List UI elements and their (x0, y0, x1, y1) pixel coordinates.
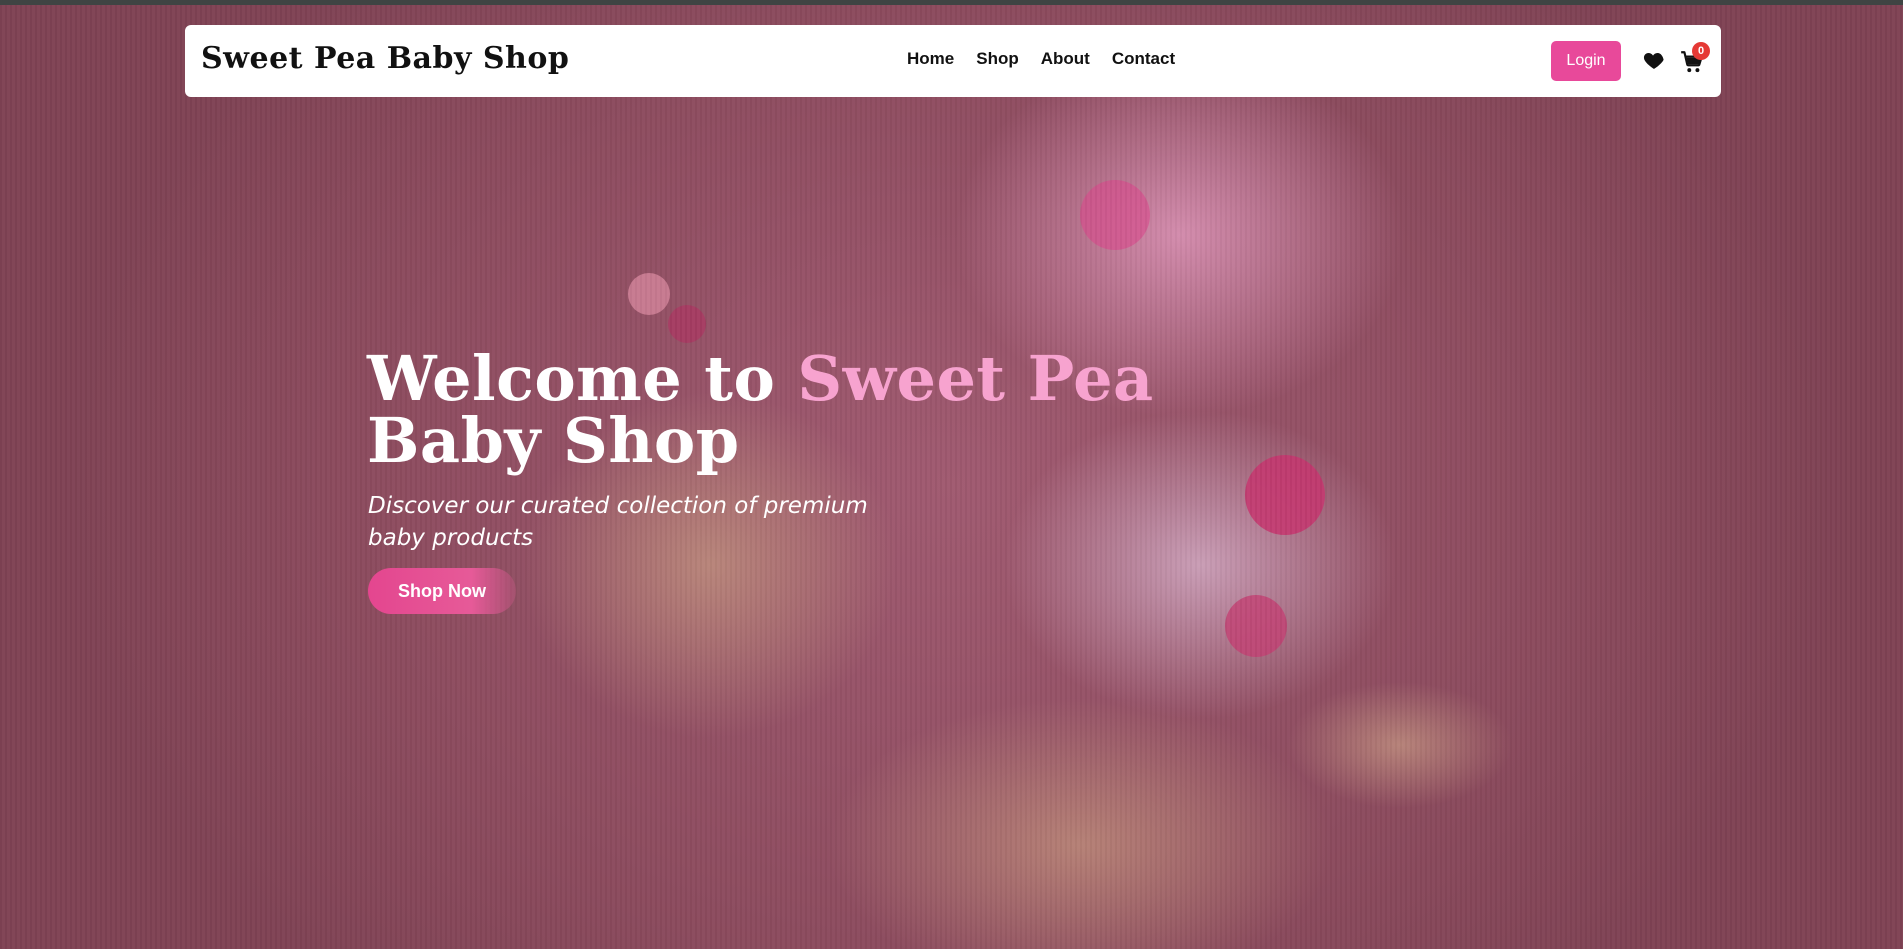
nav-link-contact[interactable]: Contact (1112, 49, 1175, 69)
login-button[interactable]: Login (1551, 41, 1621, 81)
brand-logo[interactable]: Sweet Pea Baby Shop (201, 41, 569, 76)
fabric-flower-print (1245, 455, 1325, 535)
nav-links: Home Shop About Contact (907, 49, 1175, 69)
heart-icon[interactable] (1642, 48, 1666, 72)
hero-title-accent: Sweet Pea (797, 342, 1154, 415)
hero-subtitle: Discover our curated collection of premi… (368, 493, 868, 551)
navbar: Sweet Pea Baby Shop Home Shop About Cont… (185, 25, 1721, 97)
shop-now-button[interactable]: Shop Now (368, 568, 516, 614)
cart-count-badge: 0 (1692, 42, 1710, 60)
fabric-flower-print (1225, 595, 1287, 657)
hero-title: Welcome to Sweet Pea Baby Shop (367, 348, 1154, 472)
nav-link-shop[interactable]: Shop (976, 49, 1019, 69)
fabric-flower-print (1080, 180, 1150, 250)
nav-link-about[interactable]: About (1041, 49, 1090, 69)
hero-background-image (0, 5, 1903, 949)
headband-flower (668, 305, 706, 343)
headband-flower (628, 273, 670, 315)
hero-title-suffix: Baby Shop (367, 404, 740, 477)
nav-link-home[interactable]: Home (907, 49, 954, 69)
